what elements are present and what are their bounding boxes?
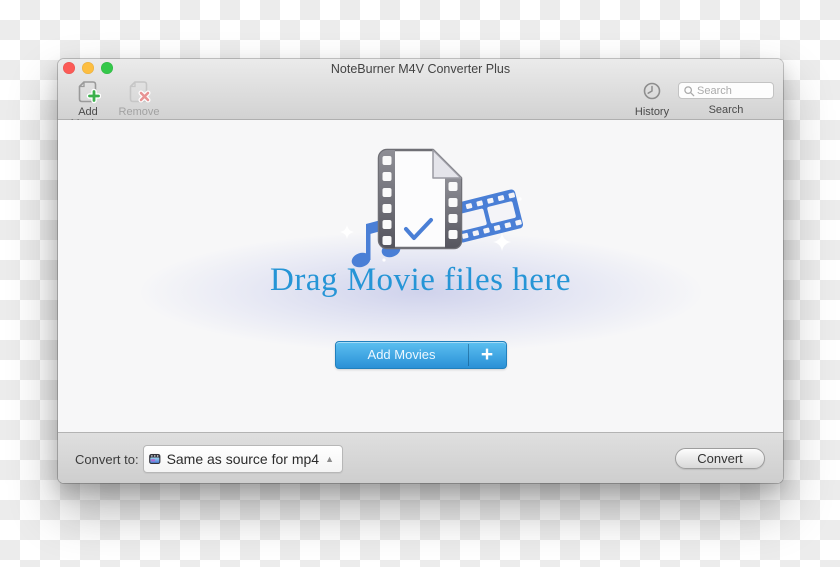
toolbar-search: Search (666, 80, 786, 116)
transparency-checkerboard: { "window": { "title": "NoteBurner M4V C… (0, 0, 840, 567)
plus-icon[interactable]: + (469, 342, 506, 368)
chevron-up-icon[interactable]: ▲ (319, 454, 334, 464)
convert-button[interactable]: Convert (675, 448, 765, 469)
movie-file-with-music-note-filmstrip-icon (332, 144, 532, 274)
app-window: NoteBurner M4V Converter Plus Add Movies (58, 59, 783, 483)
bottom-bar: Convert to: Same as source for mp4 ▲ Con… (58, 432, 783, 483)
toolbar-remove-label: Remove (118, 106, 160, 118)
convert-to-label: Convert to: (75, 452, 139, 467)
search-input-field[interactable] (678, 82, 774, 99)
output-format-value: Same as source for mp4 (166, 451, 320, 467)
toolbar-search-label: Search (708, 104, 744, 116)
document-plus-icon (60, 80, 116, 104)
output-format-dropdown[interactable]: Same as source for mp4 ▲ (143, 445, 343, 473)
dropzone-heading: Drag Movie files here (270, 262, 571, 298)
search-input[interactable] (695, 83, 769, 98)
window-title: NoteBurner M4V Converter Plus (330, 62, 511, 76)
movie-clapper-icon (149, 453, 161, 465)
document-x-icon (114, 80, 164, 104)
add-movies-button[interactable]: Add Movies + (334, 341, 507, 369)
magnifier-icon (684, 85, 695, 96)
add-movies-button-label: Add Movies (367, 347, 436, 362)
movie-document-icon (377, 148, 463, 250)
drop-zone[interactable]: Drag Movie files here Add Movies + (58, 120, 783, 432)
title-bar-toolbar: NoteBurner M4V Converter Plus Add Movies (58, 59, 786, 130)
toolbar-remove-button[interactable]: Remove (114, 80, 164, 118)
